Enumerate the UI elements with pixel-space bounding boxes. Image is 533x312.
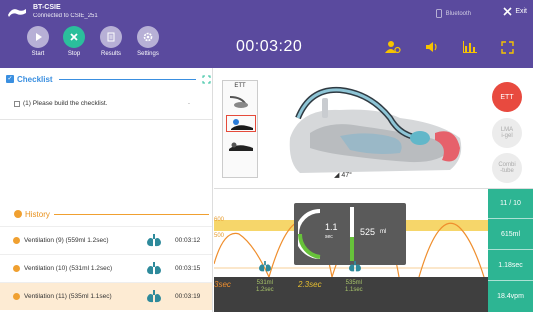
popup-sec-unit: sec (325, 234, 333, 240)
lungs-icon (147, 261, 161, 274)
volume-button[interactable] (422, 38, 442, 56)
ett-selector: ETT (222, 80, 258, 178)
average-duration: 1.18sec (488, 251, 533, 281)
history-header: History (14, 208, 209, 220)
history-divider (53, 213, 209, 215)
expand-button[interactable] (497, 38, 517, 56)
angle-value: 47° (341, 172, 352, 179)
checklist-item-dash: - (187, 100, 190, 107)
history-row[interactable]: Ventilation (10) (531ml 1.2sec) 00:03:15 (0, 254, 212, 282)
checklist-divider (58, 78, 196, 80)
stats-panel: 11 / 10 615ml 1.18sec 18.4vpm (488, 189, 533, 312)
time-label-mid: 2.3sec (298, 280, 322, 289)
settings-icon (137, 26, 159, 48)
lungs-icon (349, 261, 361, 272)
bluetooth-label: Bluetooth (445, 10, 471, 17)
checklist-icon: ✓ (6, 75, 14, 83)
airway-scene: ETT ◢ 47° ETT LMA i-gel Combi -tube (214, 68, 533, 189)
waveform-panel: 600 500 1.1 sec 525 ml 3sec 531ml 1.2sec… (214, 189, 488, 312)
breath-label: 531ml 1.2sec (256, 280, 274, 294)
chart-button[interactable] (460, 38, 480, 56)
start-label: Start (31, 51, 45, 57)
device-name: BT-CSIE (33, 4, 61, 11)
history-dot (13, 237, 20, 244)
history-title: History (25, 209, 50, 219)
settings-button[interactable]: Settings (132, 26, 164, 57)
ett-option-position[interactable] (226, 137, 256, 154)
user-settings-icon (385, 41, 401, 54)
start-button[interactable]: Start (22, 26, 54, 57)
user-settings-button[interactable] (383, 38, 403, 56)
history-time: 00:03:15 (175, 265, 201, 272)
exit-label: Exit (515, 8, 527, 15)
play-icon (27, 26, 49, 48)
checklist-title: Checklist (17, 74, 53, 84)
ett-option-selected[interactable] (226, 115, 256, 132)
volume-icon (426, 42, 437, 52)
average-volume: 615ml (488, 220, 533, 250)
breath-duration: 1.2sec (256, 287, 274, 293)
history-icon (14, 210, 22, 218)
ett-selector-label: ETT (234, 83, 246, 89)
expand-icon (500, 40, 514, 54)
stop-button[interactable]: Stop (58, 26, 90, 57)
history-time: 00:03:12 (175, 237, 201, 244)
device-icon (8, 9, 26, 17)
popup-seconds: 1.1 (325, 222, 338, 232)
device-info: BT-CSIE Connected to CSIE_251 (6, 4, 98, 20)
checklist-item-label: (1) Please build the checklist. (23, 100, 108, 107)
time-label-left: 3sec (214, 280, 231, 289)
stop-label: Stop (67, 51, 81, 57)
angle-readout: ◢ 47° (334, 171, 352, 179)
popup-volume: 525 (360, 227, 376, 237)
connection-status: Connected to CSIE_251 (33, 13, 98, 19)
history-name: Ventilation (9) (559ml 1.2sec) (24, 237, 109, 244)
exit-button[interactable]: Exit (503, 7, 527, 16)
breath-volume: 535ml (345, 280, 363, 286)
checklist-item[interactable]: (1) Please build the checklist. - (0, 88, 212, 120)
lma-button[interactable]: LMA i-gel (492, 118, 522, 148)
lungs-icon (147, 233, 161, 246)
breath-duration: 1.1sec (345, 287, 363, 293)
airway-illustration (289, 86, 462, 173)
ett-option-tube[interactable] (226, 93, 256, 110)
left-panel: ✓ Checklist (1) Please build the checkli… (0, 68, 213, 312)
ventilation-rate: 18.4vpm (497, 293, 524, 300)
history-time: 00:03:19 (175, 293, 201, 300)
history-dot (13, 293, 20, 300)
session-timer: 00:03:20 (236, 38, 303, 55)
top-bar: BT-CSIE Connected to CSIE_251 Start Stop… (0, 0, 533, 68)
ventilation-popup: 1.1 sec 525 ml (294, 203, 406, 265)
lungs-icon (259, 261, 271, 272)
ett-button[interactable]: ETT (492, 82, 522, 112)
expand-icon[interactable] (202, 75, 211, 84)
results-button[interactable]: Results (95, 26, 127, 57)
close-icon (503, 7, 512, 16)
history-row[interactable]: Ventilation (9) (559ml 1.2sec) 00:03:12 (0, 226, 212, 254)
combi-tube-button[interactable]: Combi -tube (492, 153, 522, 183)
checklist-header: ✓ Checklist (6, 72, 211, 86)
history-row-selected[interactable]: Ventilation (11) (535ml 1.1sec) 00:03:19 (0, 282, 212, 310)
bluetooth-status: Bluetooth (435, 9, 471, 18)
stop-icon (63, 26, 85, 48)
settings-label: Settings (137, 51, 159, 57)
breath-volume: 531ml (256, 280, 274, 286)
breath-label: 535ml 1.1sec (345, 280, 363, 294)
bar-chart-icon (463, 41, 477, 53)
results-label: Results (100, 51, 121, 57)
ventilation-count: 11 / 10 (488, 189, 533, 219)
lungs-icon (147, 289, 161, 302)
history-name: Ventilation (11) (535ml 1.1sec) (24, 293, 112, 300)
volume-bar (350, 207, 354, 261)
popup-ml-unit: ml (380, 229, 387, 235)
bluetooth-icon (435, 9, 442, 18)
checkbox[interactable] (14, 100, 20, 107)
results-icon (100, 26, 122, 48)
history-name: Ventilation (10) (531ml 1.2sec) (24, 265, 113, 272)
history-dot (13, 265, 20, 272)
